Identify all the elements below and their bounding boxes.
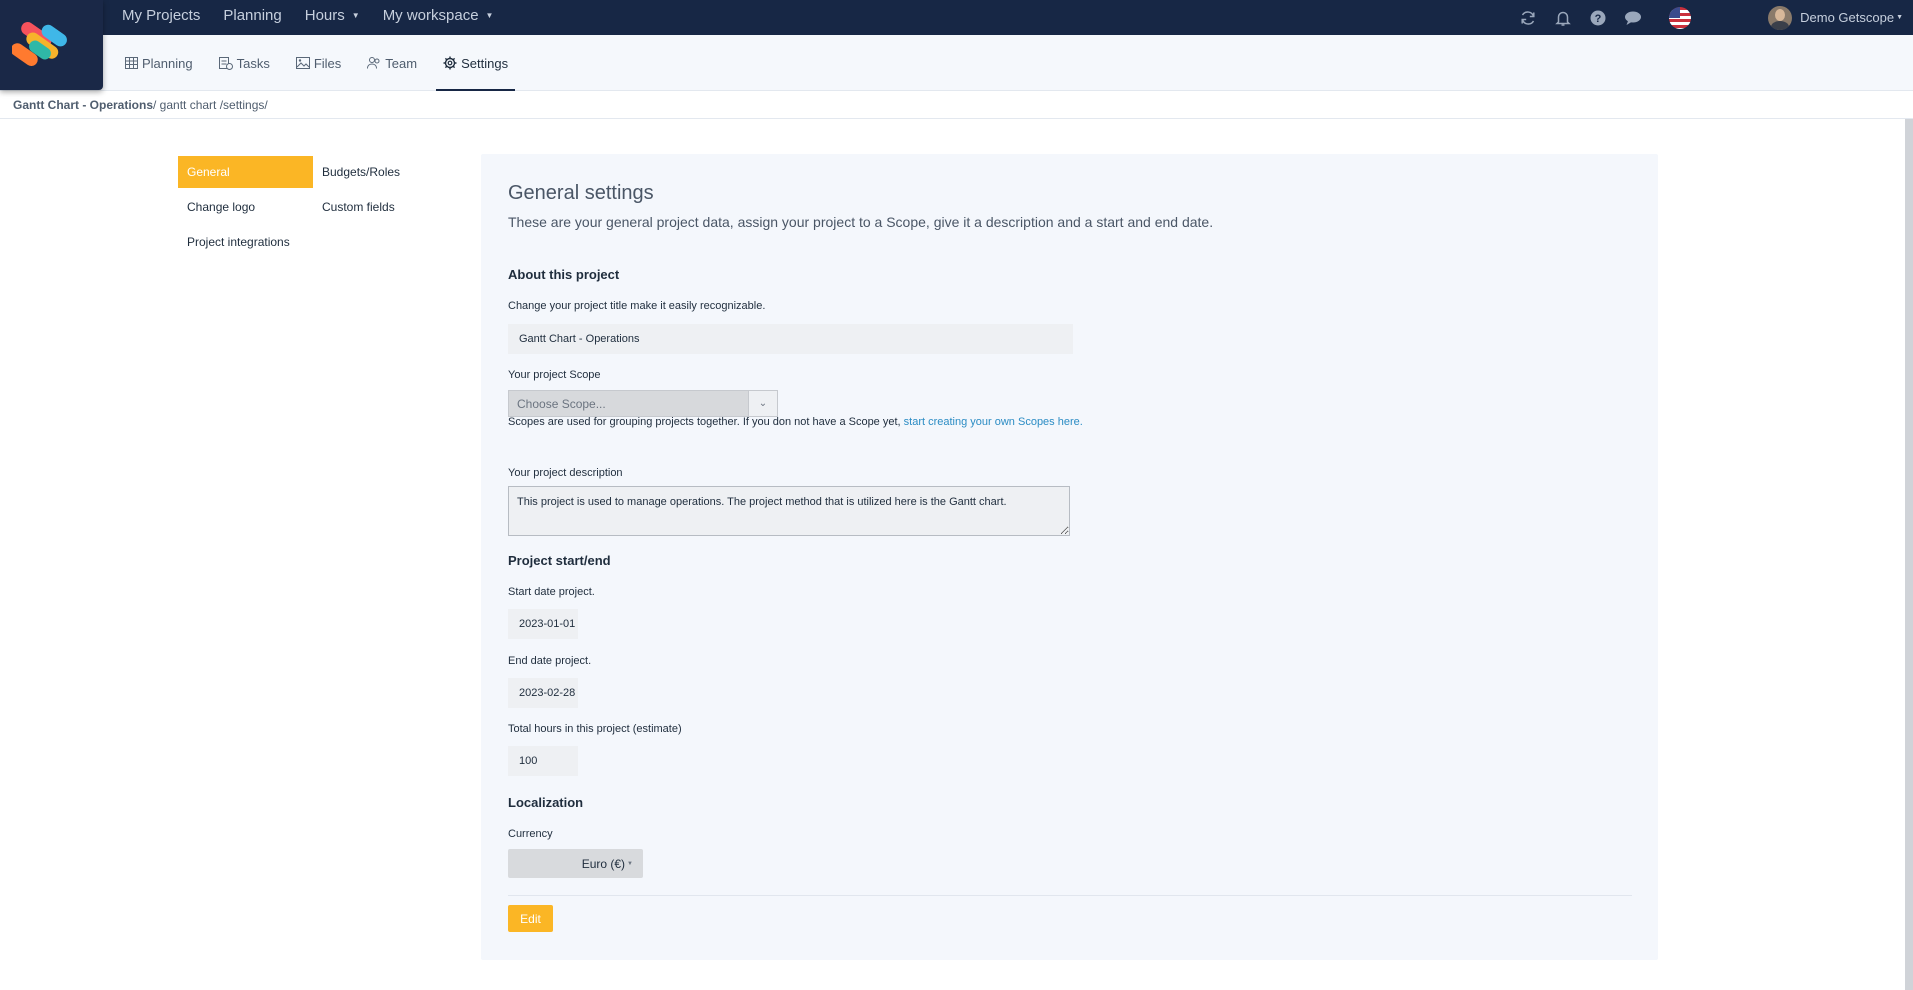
logo-icon (12, 22, 67, 66)
currency-label: Currency (508, 828, 553, 840)
create-scopes-link[interactable]: start creating your own Scopes here. (904, 416, 1083, 428)
nav-label: Hours (304, 7, 345, 24)
nav-hours-dropdown[interactable]: Hours ▼ (305, 7, 360, 24)
page-title: General settings (508, 182, 654, 204)
nav-my-projects[interactable]: My Projects (122, 7, 200, 24)
tab-tasks[interactable]: Tasks (212, 35, 277, 91)
nav-planning[interactable]: Planning (223, 7, 281, 24)
tasks-icon (218, 56, 233, 70)
menu-label: Change logo (187, 200, 256, 214)
general-settings-panel: General settings These are your general … (481, 154, 1658, 960)
us-flag-icon[interactable] (1669, 6, 1692, 29)
project-title-input[interactable] (508, 324, 1073, 354)
caret-down-icon: ▼ (351, 11, 360, 20)
main-nav: My Projects Planning Hours ▼ My workspace… (122, 0, 516, 31)
tab-label: Tasks (236, 55, 270, 71)
scrollbar[interactable] (1905, 119, 1913, 990)
start-end-heading: Project start/end (508, 553, 611, 568)
about-heading: About this project (508, 267, 620, 282)
project-description-textarea[interactable]: This project is used to manage operation… (508, 486, 1070, 536)
team-icon (367, 57, 380, 69)
tab-label: Settings (461, 55, 509, 71)
menu-label: General (187, 165, 230, 179)
nav-label: Planning (223, 7, 282, 24)
svg-text:?: ? (1595, 13, 1602, 25)
image-icon (295, 57, 310, 69)
end-date-label: End date project. (508, 655, 592, 667)
caret-down-icon: ▼ (1896, 14, 1903, 21)
tab-label: Files (313, 55, 342, 71)
chevron-down-icon[interactable]: ⌄ (749, 390, 778, 417)
grid-icon (125, 57, 138, 69)
tab-label: Team (385, 55, 418, 71)
project-tabs-bar: Planning Tasks Files Team Settings (0, 35, 1913, 91)
user-menu[interactable]: Demo Getscope ▼ (1800, 10, 1903, 25)
tab-planning[interactable]: Planning (118, 35, 200, 91)
tab-files[interactable]: Files (289, 35, 348, 91)
tab-settings[interactable]: Settings (436, 35, 516, 91)
avatar[interactable] (1768, 5, 1793, 30)
edit-button[interactable]: Edit (508, 905, 553, 932)
scope-help: Scopes are used for grouping projects to… (508, 416, 904, 428)
help-icon[interactable]: ? (1587, 7, 1609, 29)
start-date-label: Start date project. (508, 586, 595, 598)
start-date-input[interactable] (508, 609, 578, 639)
menu-item-budgets-roles[interactable]: Budgets/Roles (313, 156, 400, 188)
tab-label: Planning (142, 55, 193, 71)
caret-down-icon: ▼ (627, 860, 633, 867)
menu-label: Project integrations (187, 235, 290, 249)
menu-label: Budgets/Roles (322, 165, 401, 179)
breadcrumb-path: / gantt chart /settings/ (153, 98, 268, 112)
top-right-tools: ? Demo Getscope ▼ (1517, 0, 1913, 35)
nav-label: My Projects (122, 7, 201, 24)
currency-select[interactable]: Euro (€) ▼ (508, 849, 643, 878)
bell-icon[interactable] (1552, 7, 1574, 29)
description-label: Your project description (508, 467, 623, 479)
breadcrumb: Gantt Chart - Operations / gantt chart /… (0, 92, 1913, 119)
menu-item-general[interactable]: General (178, 156, 313, 188)
localization-heading: Localization (508, 795, 584, 810)
gear-icon (443, 56, 457, 70)
scope-placeholder: Choose Scope... (508, 390, 749, 417)
nav-label: My workspace (382, 7, 479, 24)
title-label: Change your project title make it easily… (508, 300, 766, 312)
menu-label: Custom fields (322, 200, 395, 214)
menu-item-custom-fields[interactable]: Custom fields (313, 191, 395, 223)
total-hours-input[interactable] (508, 746, 578, 776)
top-navigation-bar: My Projects Planning Hours ▼ My workspace… (0, 0, 1913, 35)
page-subtitle: These are your general project data, ass… (508, 214, 1214, 230)
menu-item-change-logo[interactable]: Change logo (178, 191, 255, 223)
divider (508, 895, 1632, 896)
app-logo[interactable] (0, 0, 103, 90)
scope-select[interactable]: Choose Scope... ⌄ (508, 390, 778, 417)
menu-item-project-integrations[interactable]: Project integrations (178, 226, 290, 258)
currency-value: Euro (€) (581, 856, 626, 871)
caret-down-icon: ▼ (485, 11, 494, 20)
hours-label: Total hours in this project (estimate) (508, 723, 682, 735)
breadcrumb-project-link[interactable]: Gantt Chart - Operations (13, 98, 153, 112)
nav-my-workspace-dropdown[interactable]: My workspace ▼ (383, 7, 494, 24)
user-name: Demo Getscope (1800, 10, 1895, 25)
scope-help-text: Scopes are used for grouping projects to… (508, 416, 1083, 428)
scope-label: Your project Scope (508, 369, 601, 381)
refresh-icon[interactable] (1517, 7, 1539, 29)
chat-icon[interactable] (1622, 7, 1644, 29)
end-date-input[interactable] (508, 678, 578, 708)
tab-team[interactable]: Team (360, 35, 424, 91)
